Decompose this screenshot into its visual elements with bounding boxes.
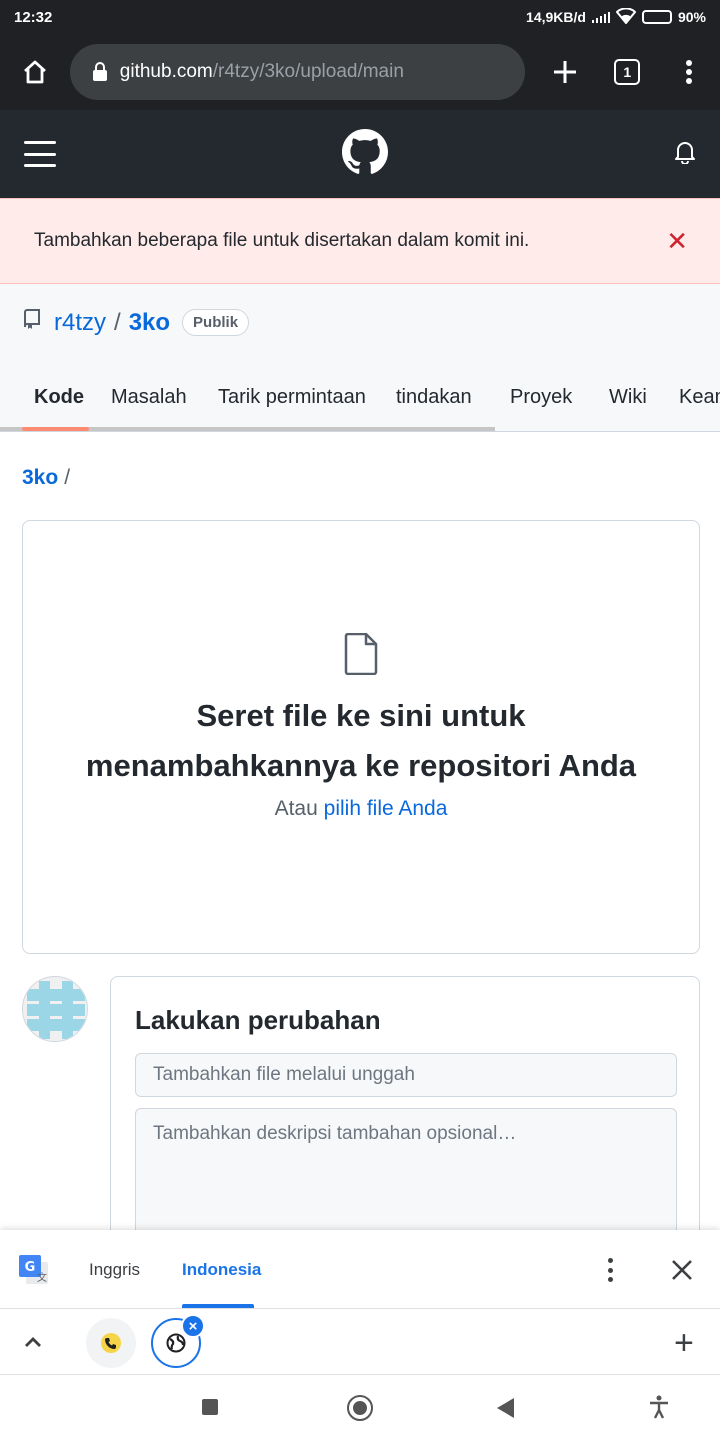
hamburger-menu-icon[interactable]	[24, 141, 56, 167]
breadcrumb-repo-link[interactable]: 3ko	[22, 466, 58, 489]
more-vertical-icon[interactable]	[658, 34, 720, 110]
system-navigation-bar	[0, 1375, 720, 1440]
new-tab-plus-icon[interactable]: +	[674, 1326, 694, 1360]
github-header	[0, 110, 720, 198]
tab-security[interactable]: Keamanan	[679, 386, 720, 409]
dropzone-sub-prefix: Atau	[274, 797, 318, 820]
wifi-icon	[615, 6, 637, 27]
svg-text:G: G	[25, 1260, 36, 1275]
dropzone-title: Seret file ke sini untuk menambahkannya …	[23, 691, 699, 791]
translate-more-icon[interactable]	[596, 1254, 624, 1286]
home-icon[interactable]	[0, 34, 70, 110]
recent-apps-icon[interactable]	[202, 1399, 218, 1415]
github-logo-icon[interactable]	[342, 128, 388, 180]
back-triangle-icon[interactable]	[497, 1398, 514, 1418]
tab-projects[interactable]: Proyek	[510, 386, 572, 409]
dropzone-title-line2: menambahkannya ke repositori Anda	[85, 748, 637, 783]
chevron-up-icon[interactable]	[20, 1329, 46, 1360]
tab-issues[interactable]: Masalah	[111, 386, 187, 409]
tab-code[interactable]: Kode	[34, 386, 84, 409]
flash-text: Tambahkan beberapa file untuk disertakan…	[34, 230, 530, 251]
browser-toolbar: github.com/r4tzy/3ko/upload/main 1	[0, 34, 720, 110]
dropzone-subtitle: Atau pilih file Anda	[23, 797, 699, 821]
translate-bar: G文 Inggris Indonesia	[0, 1230, 720, 1308]
url-bar[interactable]: github.com/r4tzy/3ko/upload/main	[69, 44, 525, 100]
bottom-tab-strip: +	[0, 1308, 720, 1375]
new-tab-plus-icon[interactable]	[535, 34, 597, 110]
dropzone-title-line1: Seret file ke sini untuk	[196, 698, 526, 733]
bell-icon[interactable]	[674, 140, 696, 169]
active-tab-indicator	[22, 427, 89, 431]
close-tab-icon[interactable]: ×	[181, 1314, 205, 1338]
target-language-tab[interactable]: Indonesia	[182, 1260, 261, 1280]
network-speed: 14,9KB/d	[526, 9, 586, 25]
svg-text:文: 文	[37, 1271, 47, 1284]
commit-title: Lakukan perubahan	[135, 1005, 381, 1035]
repo-owner-link[interactable]: r4tzy	[54, 309, 106, 337]
avatar	[22, 976, 88, 1042]
battery-icon	[641, 10, 672, 24]
repo-name-link[interactable]: 3ko	[129, 309, 170, 337]
tab-switcher-button[interactable]: 1	[596, 34, 658, 110]
source-language-tab[interactable]: Inggris	[89, 1260, 140, 1280]
flash-error-message: Tambahkan beberapa file untuk disertakan…	[0, 198, 720, 284]
lock-icon	[92, 62, 108, 82]
signal-icon	[591, 11, 610, 23]
choose-files-link[interactable]: pilih file Anda	[324, 797, 448, 820]
url-path: /r4tzy/3ko/upload/main	[212, 61, 404, 82]
repo-header: r4tzy / 3ko Publik Kode Masalah Tarik pe…	[0, 284, 720, 432]
google-translate-icon: G文	[18, 1254, 50, 1286]
translate-close-icon[interactable]	[666, 1254, 698, 1286]
close-icon[interactable]: ✕	[666, 228, 688, 254]
tab-wiki[interactable]: Wiki	[609, 386, 647, 409]
repo-separator: /	[114, 308, 121, 336]
file-dropzone[interactable]: Seret file ke sini untuk menambahkannya …	[22, 520, 700, 954]
repo-tabs: Kode Masalah Tarik permintaan tindakan P…	[0, 376, 720, 432]
status-bar: 12:32 14,9KB/d 90%	[0, 0, 720, 34]
accessibility-icon[interactable]	[648, 1395, 670, 1424]
tab-actions[interactable]: tindakan	[396, 386, 472, 409]
repo-title: r4tzy / 3ko Publik	[22, 308, 250, 337]
status-right: 14,9KB/d 90%	[526, 6, 706, 27]
repo-icon	[22, 308, 42, 337]
visibility-badge: Publik	[182, 309, 250, 336]
tab-thumbnail-phone[interactable]	[86, 1318, 136, 1368]
file-icon	[344, 632, 378, 680]
url-host: github.com	[119, 61, 213, 82]
breadcrumb-separator: /	[64, 466, 71, 489]
breadcrumb: 3ko /	[22, 466, 70, 490]
home-circle-icon[interactable]	[347, 1395, 373, 1421]
tab-count: 1	[614, 59, 641, 85]
commit-summary-input[interactable]	[135, 1053, 677, 1097]
status-time: 12:32	[14, 8, 53, 26]
tab-pull-requests[interactable]: Tarik permintaan	[218, 386, 366, 409]
battery-percent: 90%	[677, 9, 706, 25]
